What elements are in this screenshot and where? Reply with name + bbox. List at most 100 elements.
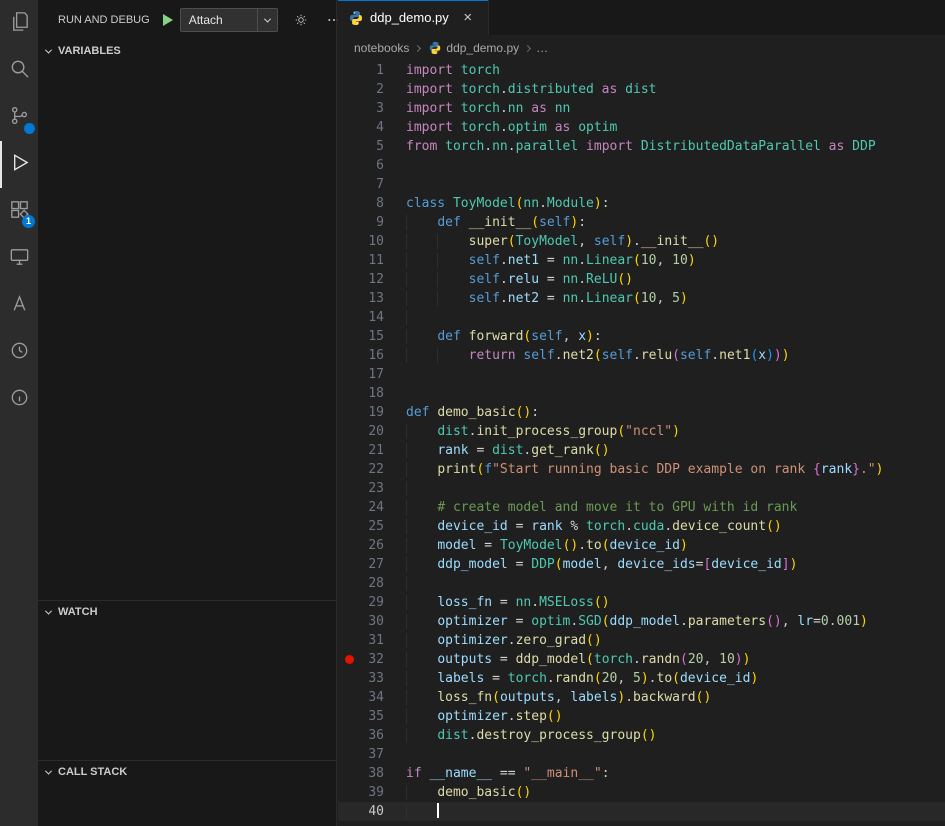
- sidebar-item-extension-b[interactable]: [0, 329, 38, 376]
- gutter[interactable]: 4: [338, 118, 406, 137]
- clock-extension-icon: [8, 339, 31, 367]
- watch-section-header[interactable]: WATCH: [38, 601, 336, 623]
- code-line: 3import torch.nn as nn: [338, 99, 945, 118]
- line-number: 3: [376, 99, 384, 118]
- sidebar-item-extensions[interactable]: 1: [0, 188, 38, 235]
- gutter[interactable]: 11: [338, 251, 406, 270]
- gutter[interactable]: 31: [338, 631, 406, 650]
- code-line: 6: [338, 156, 945, 175]
- gutter[interactable]: 30: [338, 612, 406, 631]
- gutter[interactable]: 36: [338, 726, 406, 745]
- code-line: 17: [338, 365, 945, 384]
- gutter[interactable]: 5: [338, 137, 406, 156]
- gutter[interactable]: 23: [338, 479, 406, 498]
- gutter[interactable]: 1: [338, 61, 406, 80]
- line-number: 40: [368, 802, 384, 821]
- gutter[interactable]: 39: [338, 783, 406, 802]
- gutter[interactable]: 7: [338, 175, 406, 194]
- breadcrumb-file[interactable]: ddp_demo.py: [446, 41, 519, 55]
- gutter[interactable]: 24: [338, 498, 406, 517]
- gutter[interactable]: 21: [338, 441, 406, 460]
- line-number: 15: [368, 327, 384, 346]
- call-stack-section-body: [38, 783, 336, 826]
- code-line: 37: [338, 745, 945, 764]
- debug-settings-gear-icon[interactable]: [291, 10, 311, 30]
- sidebar-item-source-control[interactable]: [0, 94, 38, 141]
- code-line: 27 ddp_model = DDP(model, device_ids=[de…: [338, 555, 945, 574]
- breadcrumb-folder[interactable]: notebooks: [354, 41, 409, 55]
- gutter[interactable]: 3: [338, 99, 406, 118]
- sidebar-item-extension-a[interactable]: [0, 282, 38, 329]
- close-tab-icon[interactable]: ×: [458, 8, 478, 28]
- run-debug-sidebar: RUN AND DEBUG Attach VARIABLES: [38, 0, 337, 826]
- code-line: 7: [338, 175, 945, 194]
- gutter[interactable]: 8: [338, 194, 406, 213]
- code-line: 19def demo_basic():: [338, 403, 945, 422]
- line-number: 7: [376, 175, 384, 194]
- sidebar-item-search[interactable]: [0, 47, 38, 94]
- gutter[interactable]: 22: [338, 460, 406, 479]
- breadcrumb-symbol[interactable]: …: [536, 41, 548, 55]
- code-line: 29 loss_fn = nn.MSELoss(): [338, 593, 945, 612]
- letter-a-extension-icon: [8, 292, 31, 320]
- code-line: 32 outputs = ddp_model(torch.randn(20, 1…: [338, 650, 945, 669]
- gutter[interactable]: 29: [338, 593, 406, 612]
- gutter[interactable]: 10: [338, 232, 406, 251]
- chevron-right-icon: [414, 44, 421, 51]
- gutter[interactable]: 27: [338, 555, 406, 574]
- gutter[interactable]: 28: [338, 574, 406, 593]
- gutter[interactable]: 18: [338, 384, 406, 403]
- gutter[interactable]: 20: [338, 422, 406, 441]
- sidebar-item-explorer[interactable]: [0, 0, 38, 47]
- variables-section-header[interactable]: VARIABLES: [38, 40, 336, 62]
- code-area[interactable]: 1import torch2import torch.distributed a…: [338, 61, 945, 826]
- breakpoint-icon[interactable]: [345, 655, 354, 664]
- code-line: 28: [338, 574, 945, 593]
- line-number: 21: [368, 441, 384, 460]
- call-stack-section-header[interactable]: CALL STACK: [38, 761, 336, 783]
- code-line: 15 def forward(self, x):: [338, 327, 945, 346]
- gutter[interactable]: 35: [338, 707, 406, 726]
- code-line: 34 loss_fn(outputs, labels).backward(): [338, 688, 945, 707]
- variables-section-body: [38, 62, 336, 600]
- gutter[interactable]: 33: [338, 669, 406, 688]
- line-number: 36: [368, 726, 384, 745]
- gutter[interactable]: 34: [338, 688, 406, 707]
- gutter[interactable]: 14: [338, 308, 406, 327]
- gutter[interactable]: 37: [338, 745, 406, 764]
- gutter[interactable]: 6: [338, 156, 406, 175]
- tab-ddp-demo-py[interactable]: ddp_demo.py ×: [338, 0, 489, 35]
- line-number: 12: [368, 270, 384, 289]
- gutter[interactable]: 15: [338, 327, 406, 346]
- gutter[interactable]: 12: [338, 270, 406, 289]
- line-number: 37: [368, 745, 384, 764]
- gutter[interactable]: 19: [338, 403, 406, 422]
- gutter[interactable]: 17: [338, 365, 406, 384]
- gutter[interactable]: 9: [338, 213, 406, 232]
- gutter[interactable]: 13: [338, 289, 406, 308]
- gutter[interactable]: 40: [338, 802, 406, 821]
- sidebar-item-remote-explorer[interactable]: [0, 235, 38, 282]
- gutter[interactable]: 2: [338, 80, 406, 99]
- gutter[interactable]: 32: [338, 650, 406, 669]
- code-line: 16 return self.net2(self.relu(self.net1(…: [338, 346, 945, 365]
- code-line: 2import torch.distributed as dist: [338, 80, 945, 99]
- line-number: 14: [368, 308, 384, 327]
- debug-config-label: Attach: [181, 13, 257, 27]
- start-debugging-button[interactable]: [163, 14, 173, 26]
- code-line: 40: [338, 802, 945, 821]
- gutter[interactable]: 25: [338, 517, 406, 536]
- sidebar-item-run-and-debug[interactable]: [0, 141, 38, 188]
- line-number: 32: [368, 650, 384, 669]
- line-number: 19: [368, 403, 384, 422]
- gutter[interactable]: 16: [338, 346, 406, 365]
- sidebar-item-extension-c[interactable]: [0, 376, 38, 423]
- line-number: 17: [368, 365, 384, 384]
- code-line: 8class ToyModel(nn.Module):: [338, 194, 945, 213]
- line-number: 22: [368, 460, 384, 479]
- python-file-icon: [428, 41, 442, 55]
- line-number: 24: [368, 498, 384, 517]
- gutter[interactable]: 38: [338, 764, 406, 783]
- debug-config-dropdown[interactable]: Attach: [180, 8, 278, 32]
- gutter[interactable]: 26: [338, 536, 406, 555]
